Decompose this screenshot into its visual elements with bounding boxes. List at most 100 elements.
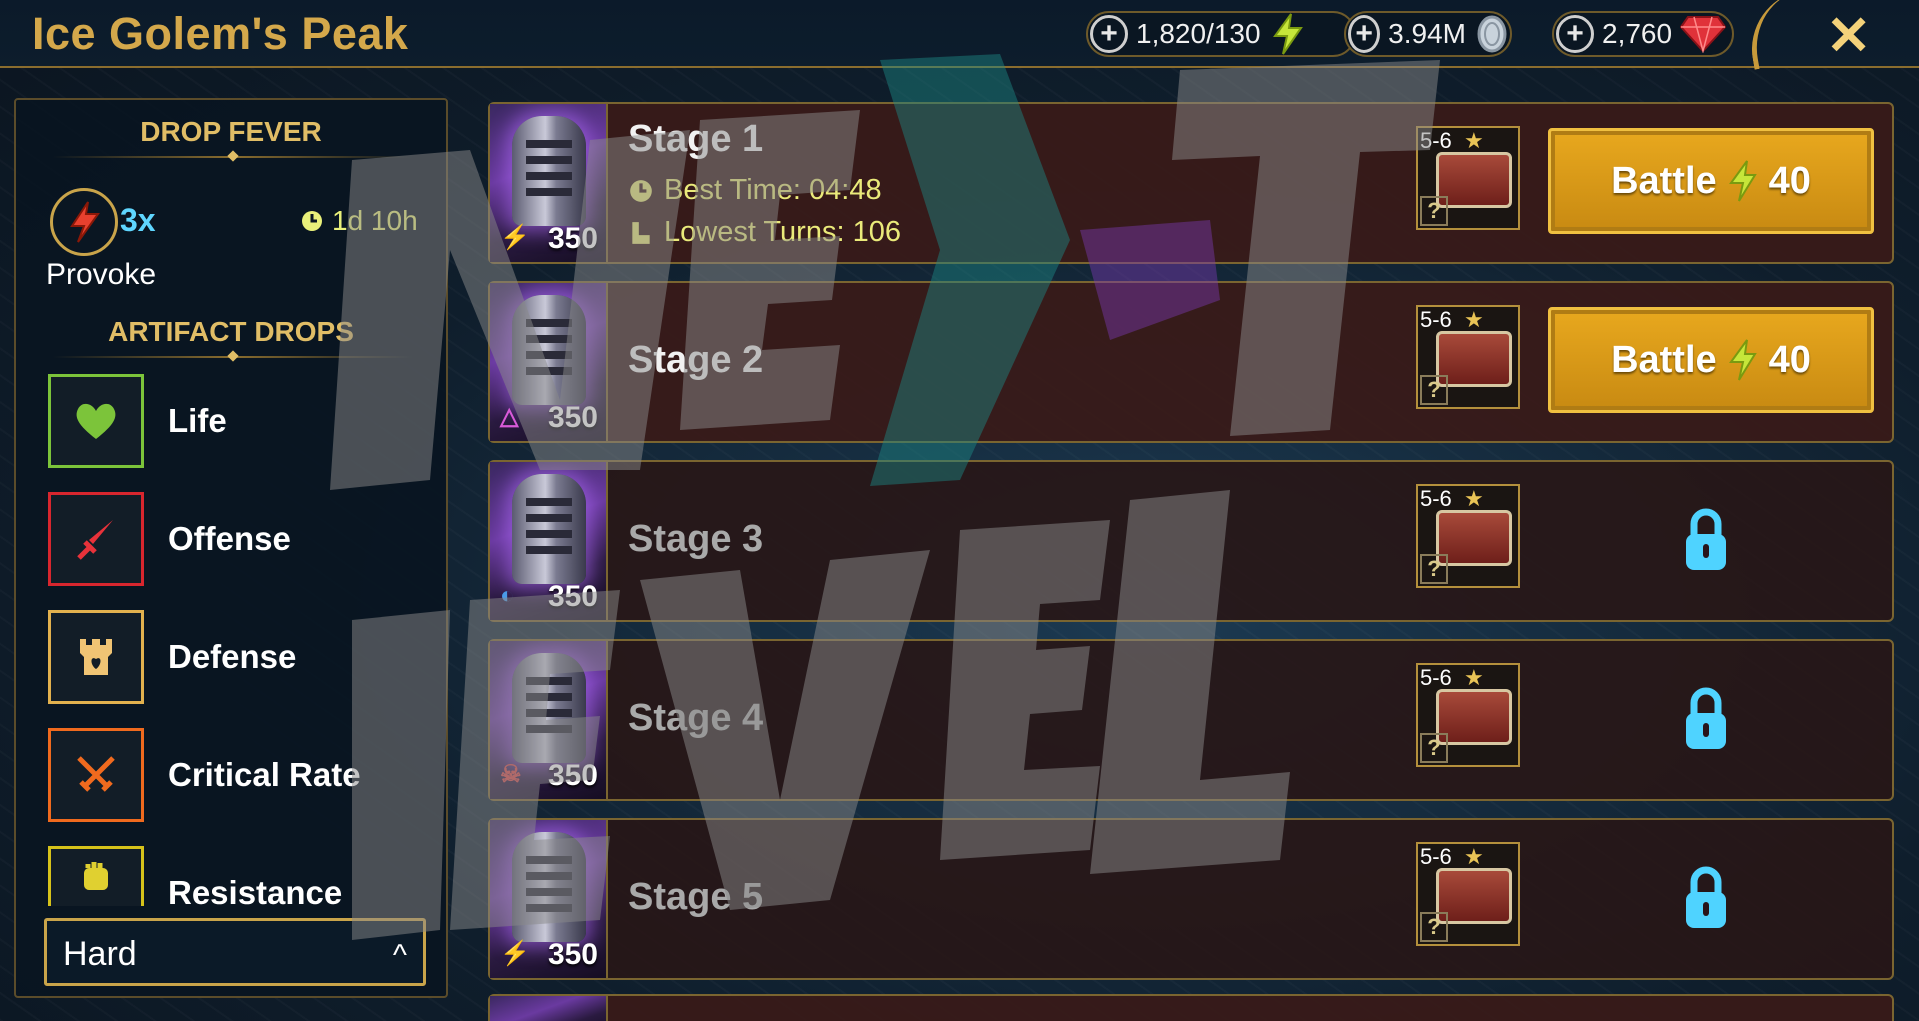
stage-row[interactable]: ⚡ 350 Stage 5 5-6 ★ ? [488,818,1894,980]
stage-name: Stage 2 [628,339,764,381]
fever-multiplier: 3x [120,202,156,238]
stage-row-partial[interactable] [488,994,1894,1021]
add-gems-button[interactable]: + [1556,15,1594,53]
artifact-defense-icon-box[interactable] [48,610,144,704]
energy-bolt-icon [1269,12,1307,56]
crossed-swords-icon [77,756,115,792]
chevron-up-icon: ^ [392,939,407,972]
stage-row[interactable]: △ 350 Stage 2 5-6 ★ ? Battle 40 [488,281,1894,443]
add-silver-button[interactable]: + [1348,15,1381,53]
unknown-reward-icon: ? [1420,196,1448,226]
close-button[interactable]: ✕ [1826,4,1871,67]
reward-range: 5-6 [1420,128,1452,153]
clock-icon [630,179,652,202]
stage-power: 350 [547,938,598,971]
boot-icon [632,221,650,244]
boss-portrait: ⚡ 350 [490,820,608,978]
energy-bolt-icon [1728,339,1757,381]
best-time-text: Best Time: 04:48 [664,174,882,206]
lock-icon [1684,866,1728,935]
reward-chest[interactable]: 5-6 ★ ? [1416,663,1520,767]
star-icon: ★ [1464,128,1484,153]
silver-counter[interactable]: + 3.94M [1344,11,1512,57]
difficulty-value: Hard [63,935,137,973]
ruby-gem-icon [1680,15,1727,53]
stage-name: Stage 4 [628,697,764,739]
battle-cost: 40 [1768,338,1811,381]
boss-portrait: △ 350 [490,283,608,441]
star-icon: ★ [1464,307,1484,332]
energy-bolt-icon [1728,160,1757,202]
provoke-set-icon[interactable] [50,188,118,256]
reward-range: 5-6 [1420,307,1452,332]
stage-power: 350 [547,222,598,255]
boss-portrait: ☠ 350 [490,641,608,799]
silver-value: 3.94M [1388,18,1466,49]
reward-chest[interactable]: 5-6 ★ ? [1416,484,1520,588]
unknown-reward-icon: ? [1420,375,1448,405]
sword-icon [77,520,113,560]
artifact-resistance-label: Resistance [168,874,343,911]
top-bar: Ice Golem's Peak + 1,820/130 + 3.94M + 2… [0,0,1919,70]
battle-cost: 40 [1768,159,1811,202]
unknown-reward-icon: ? [1420,554,1448,584]
page-title: Ice Golem's Peak [32,8,409,59]
reward-chest[interactable]: 5-6 ★ ? [1416,842,1520,946]
info-panel: DROP FEVER 3x 1d 10h Provoke ARTIFACT DR… [14,98,448,998]
reward-range: 5-6 [1420,844,1452,869]
star-icon: ★ [1464,486,1484,511]
lock-icon [1684,687,1728,756]
battle-label: Battle [1611,159,1717,202]
artifact-offense-label: Offense [168,520,291,557]
affinity-void-icon: △ [500,403,519,430]
unknown-reward-icon: ? [1420,733,1448,763]
stage-row[interactable]: ◐ 350 Stage 3 5-6 ★ ? [488,460,1894,622]
heart-icon [76,403,116,439]
reward-range: 5-6 [1420,665,1452,690]
stage-power: 350 [547,401,598,434]
drop-fever-heading: DROP FEVER [16,116,446,162]
artifact-drops-heading: ARTIFACT DROPS [16,316,446,362]
decorative-arc-icon [1742,0,1826,70]
star-icon: ★ [1464,665,1484,690]
unknown-reward-icon: ? [1420,912,1448,942]
fever-timer-value: 1d 10h [332,205,418,236]
artifact-resistance-icon-box[interactable] [48,846,144,906]
fist-icon [84,861,108,890]
best-time: Best Time: 04:48 [628,174,882,207]
gems-counter[interactable]: + 2,760 [1552,11,1734,57]
lowest-turns-text: Lowest Turns: 106 [664,216,901,248]
artifact-life-label: Life [168,402,227,439]
stage-row[interactable]: ☠ 350 Stage 4 5-6 ★ ? [488,639,1894,801]
lock-icon [1684,508,1728,577]
stage-name: Stage 1 [628,118,764,160]
artifact-life-icon-box[interactable] [48,374,144,468]
fever-set-name: Provoke [46,258,157,291]
stage-power: 350 [547,580,598,613]
gems-value: 2,760 [1602,18,1673,49]
battle-button[interactable]: Battle 40 [1548,307,1874,413]
artifact-critrate-icon-box[interactable] [48,728,144,822]
affinity-spirit-icon: ☠ [500,761,522,788]
reward-range: 5-6 [1420,486,1452,511]
boss-portrait: ⚡ 350 [490,104,608,262]
stage-name: Stage 5 [628,876,764,918]
affinity-magic-icon: ⚡ [500,224,530,251]
artifact-critrate-label: Critical Rate [168,756,361,793]
fever-timer: 1d 10h [300,205,418,237]
stage-row[interactable]: ⚡ 350 Stage 1 Best Time: 04:48 Lowest Tu… [488,102,1894,264]
artifact-offense-icon-box[interactable] [48,492,144,586]
add-energy-button[interactable]: + [1090,15,1128,53]
affinity-magic-icon: ⚡ [500,940,530,967]
boss-portrait: ◐ 350 [490,462,608,620]
battle-button[interactable]: Battle 40 [1548,128,1874,234]
reward-chest[interactable]: 5-6 ★ ? [1416,126,1520,230]
tower-icon [80,639,112,675]
lowest-turns: Lowest Turns: 106 [628,216,901,249]
difficulty-select[interactable]: Hard ^ [44,918,426,986]
energy-counter[interactable]: + 1,820/130 [1086,11,1356,57]
stage-power: 350 [547,759,598,792]
clock-icon [302,211,322,231]
reward-chest[interactable]: 5-6 ★ ? [1416,305,1520,409]
silver-coin-icon [1474,14,1510,54]
